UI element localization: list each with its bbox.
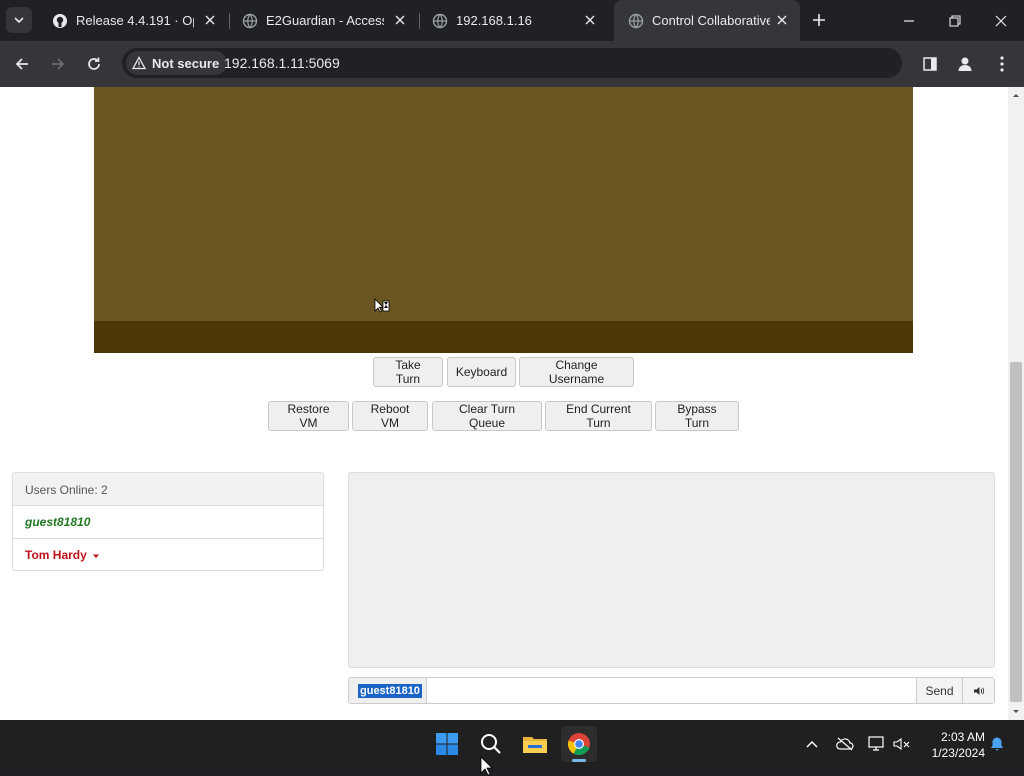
change-username-button[interactable]: Change Username bbox=[519, 357, 634, 387]
back-button[interactable] bbox=[8, 50, 36, 78]
tab-title: Control Collaborative V bbox=[652, 13, 770, 28]
scroll-down-icon bbox=[1013, 710, 1019, 713]
close-icon[interactable] bbox=[202, 12, 218, 28]
tab-release[interactable]: Release 4.4.191 · Open bbox=[38, 0, 228, 41]
minimize-icon bbox=[904, 19, 914, 22]
chat-input[interactable] bbox=[428, 678, 916, 703]
reboot-vm-button[interactable]: Reboot VM bbox=[352, 401, 428, 431]
tab-title: 192.168.1.16 bbox=[456, 13, 532, 28]
show-hidden-icons-button[interactable] bbox=[795, 726, 829, 762]
restore-vm-button[interactable]: Restore VM bbox=[268, 401, 349, 431]
close-icon[interactable] bbox=[774, 12, 790, 28]
github-icon bbox=[52, 13, 68, 29]
side-panel-icon bbox=[923, 57, 937, 71]
close-icon bbox=[995, 15, 1007, 26]
forward-button[interactable] bbox=[44, 50, 72, 78]
chrome-icon bbox=[567, 733, 590, 756]
users-online-panel: Users Online: 2 guest81810 Tom Hardy bbox=[12, 472, 324, 571]
tab-title: E2Guardian - Access D bbox=[266, 13, 384, 28]
new-tab-button[interactable] bbox=[807, 8, 831, 32]
volume-tray-button[interactable] bbox=[885, 726, 919, 762]
page-content: Take Turn Keyboard Change Username Resto… bbox=[0, 87, 1008, 720]
voice-button[interactable] bbox=[962, 678, 994, 703]
page-scrollbar[interactable] bbox=[1008, 87, 1024, 720]
cloud-offline-icon bbox=[836, 737, 854, 751]
browser-tabstrip: Release 4.4.191 · Open E2Guardian - Acce… bbox=[0, 0, 1024, 41]
tab-control-collaborative[interactable]: Control Collaborative V bbox=[614, 0, 800, 41]
vm-taskbar-strip bbox=[94, 321, 913, 353]
globe-icon bbox=[628, 13, 644, 29]
chat-username: guest81810 bbox=[358, 683, 422, 698]
reload-icon bbox=[88, 57, 100, 70]
onedrive-tray-button[interactable] bbox=[828, 726, 862, 762]
windows-logo-icon bbox=[436, 733, 458, 755]
send-button[interactable]: Send bbox=[916, 678, 962, 703]
close-icon[interactable] bbox=[582, 12, 598, 28]
globe-icon bbox=[432, 13, 448, 29]
security-chip[interactable]: Not secure bbox=[126, 51, 228, 75]
user-list-item[interactable]: guest81810 bbox=[13, 506, 323, 539]
tab-e2guardian[interactable]: E2Guardian - Access D bbox=[228, 0, 418, 41]
windows-taskbar: 2:03 AM 1/23/2024 bbox=[0, 720, 1024, 776]
kebab-menu-icon bbox=[1000, 56, 1004, 72]
globe-icon bbox=[242, 13, 258, 29]
menu-button[interactable] bbox=[988, 50, 1016, 78]
warning-icon bbox=[132, 56, 146, 70]
minimize-button[interactable] bbox=[886, 0, 932, 41]
take-turn-button[interactable]: Take Turn bbox=[373, 357, 443, 387]
search-icon bbox=[481, 734, 501, 754]
chat-log[interactable] bbox=[348, 472, 995, 668]
plus-icon bbox=[813, 14, 825, 26]
vm-screen[interactable] bbox=[94, 87, 913, 353]
tab-search-button[interactable] bbox=[6, 7, 32, 33]
clock-date: 1/23/2024 bbox=[931, 746, 985, 760]
reload-button[interactable] bbox=[80, 50, 108, 78]
volume-muted-icon bbox=[893, 737, 910, 751]
user-name: Tom Hardy bbox=[25, 548, 87, 562]
profile-button[interactable] bbox=[951, 50, 979, 78]
chat-bar: guest81810 Send bbox=[348, 677, 995, 704]
notifications-button[interactable] bbox=[985, 726, 1009, 762]
network-icon bbox=[868, 736, 884, 751]
scroll-up-icon bbox=[1013, 94, 1019, 97]
url-text: 192.168.1.11:5069 bbox=[224, 55, 340, 71]
mouse-pointer-icon bbox=[480, 756, 493, 776]
clock-time: 2:03 AM bbox=[940, 730, 985, 744]
address-bar[interactable]: Not secure 192.168.1.11:5069 bbox=[122, 48, 902, 78]
restore-button[interactable] bbox=[932, 0, 978, 41]
arrow-right-icon bbox=[52, 58, 65, 70]
bypass-turn-button[interactable]: Bypass Turn bbox=[655, 401, 739, 431]
close-window-button[interactable] bbox=[978, 0, 1024, 41]
file-explorer-button[interactable] bbox=[517, 726, 553, 762]
keyboard-button[interactable]: Keyboard bbox=[447, 357, 516, 387]
end-current-turn-button[interactable]: End Current Turn bbox=[545, 401, 652, 431]
bell-icon bbox=[991, 737, 1003, 751]
user-list-item[interactable]: Tom Hardy bbox=[13, 539, 323, 572]
clear-turn-queue-button[interactable]: Clear Turn Queue bbox=[432, 401, 542, 431]
profile-icon bbox=[958, 57, 972, 71]
active-app-indicator bbox=[572, 759, 586, 762]
restore-icon bbox=[949, 14, 961, 27]
arrow-left-icon bbox=[15, 58, 28, 70]
tab-192-168-1-16[interactable]: 192.168.1.16 bbox=[418, 0, 608, 41]
chrome-taskbar-button[interactable] bbox=[561, 726, 597, 762]
chat-username-label[interactable]: guest81810 bbox=[349, 678, 427, 703]
close-icon[interactable] bbox=[392, 12, 408, 28]
clock[interactable]: 2:03 AM 1/23/2024 bbox=[915, 729, 985, 761]
busy-cursor-icon bbox=[374, 298, 390, 313]
caret-down-icon bbox=[93, 554, 100, 558]
folder-icon bbox=[523, 737, 547, 753]
tab-title: Release 4.4.191 · Open bbox=[76, 13, 194, 28]
start-button[interactable] bbox=[429, 726, 465, 762]
side-panel-button[interactable] bbox=[916, 50, 944, 78]
scrollbar-thumb[interactable] bbox=[1010, 362, 1022, 702]
users-online-header: Users Online: 2 bbox=[13, 473, 323, 506]
speaker-icon bbox=[973, 686, 984, 695]
security-label: Not secure bbox=[152, 55, 220, 71]
chevron-up-icon bbox=[806, 740, 818, 748]
chevron-down-icon bbox=[14, 17, 24, 24]
user-name: guest81810 bbox=[25, 515, 91, 529]
